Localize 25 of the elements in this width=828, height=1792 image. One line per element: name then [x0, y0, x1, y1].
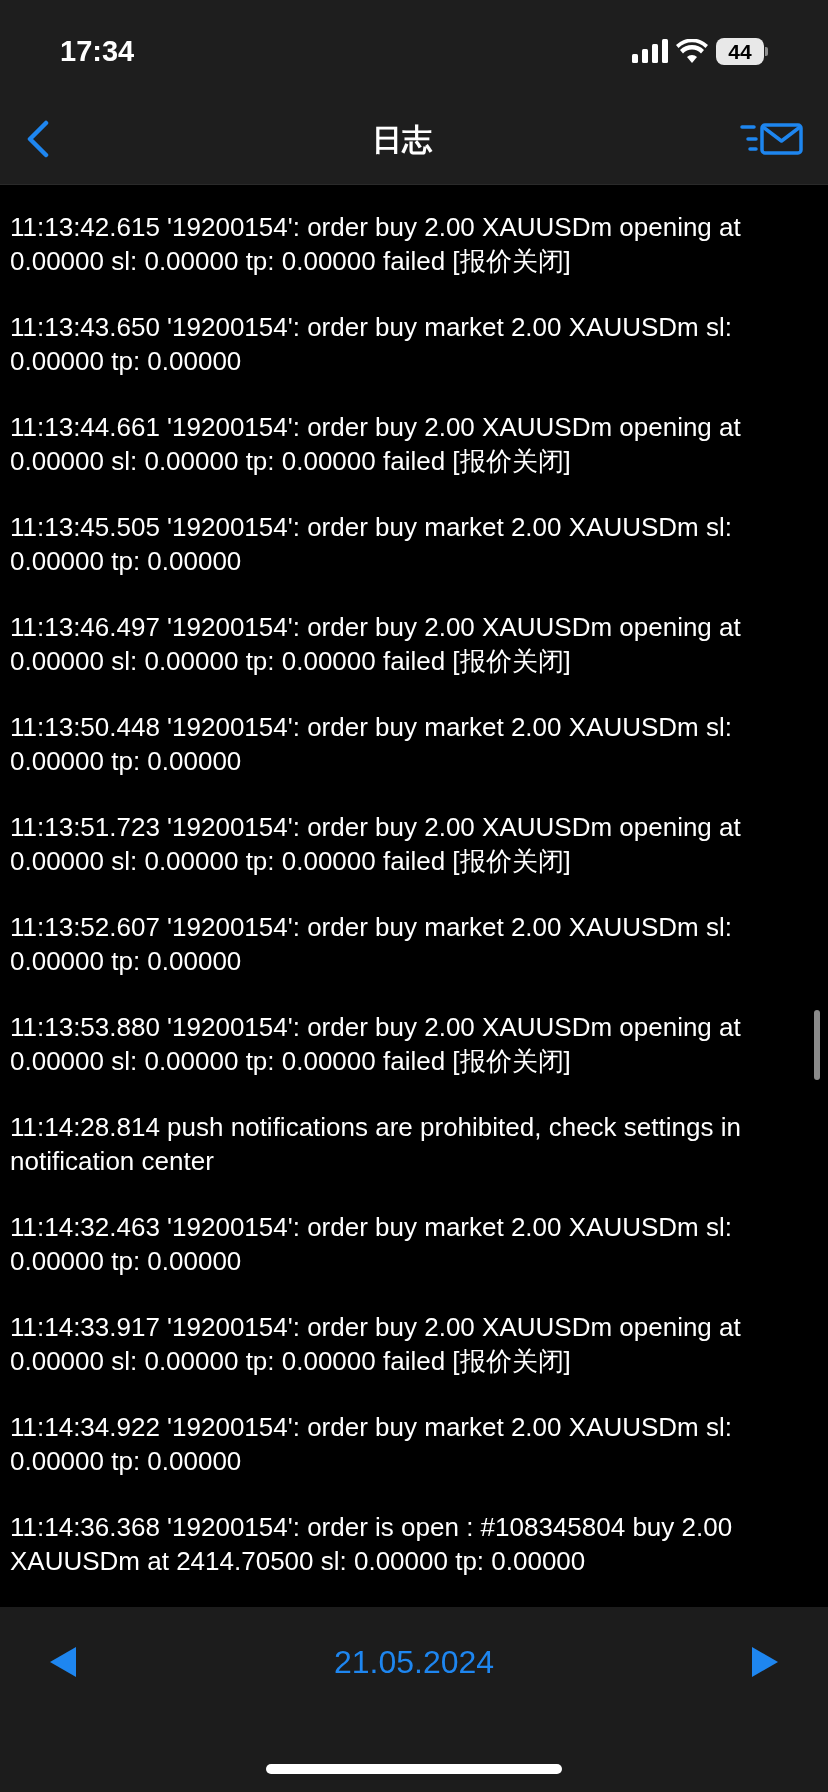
log-entry: 11:14:36.368 '19200154': order is open : #108345804 buy 2.00 XAUUSDm at 2414.70500 sl: 0.00000 tp: 0.00000 — [10, 1511, 734, 1578]
scroll-indicator — [814, 1010, 820, 1080]
wifi-icon — [676, 39, 708, 64]
log-entry: 11:13:46.497 '19200154': order buy 2.00 XAUUSDm opening at 0.00000 sl: 0.00000 tp: 0.00000 failed [报价关闭] — [10, 611, 742, 678]
log-entry: 11:13:43.650 '19200154': order buy market 2.00 XAUUSDm sl: 0.00000 tp: 0.00000 — [10, 311, 733, 378]
battery-tip-icon — [765, 46, 768, 56]
log-entry: 11:14:32.463 '19200154': order buy market 2.00 XAUUSDm sl: 0.00000 tp: 0.00000 — [10, 1211, 733, 1278]
log-entry: 11:14:28.814 push notifications are prohibited, check settings in notification center — [10, 1111, 742, 1178]
log-entry: 11:13:53.880 '19200154': order buy 2.00 XAUUSDm opening at 0.00000 sl: 0.00000 tp: 0.00000 failed [报价关闭] — [10, 1011, 742, 1078]
log-entry: 11:14:33.917 '19200154': order buy 2.00 XAUUSDm opening at 0.00000 sl: 0.00000 tp: 0.00000 failed [报价关闭] — [10, 1311, 742, 1378]
signal-icon — [632, 39, 668, 64]
page-title: 日志 — [372, 121, 432, 158]
log-entry: 11:14:34.922 '19200154': order buy market 2.00 XAUUSDm sl: 0.00000 tp: 0.00000 — [10, 1411, 733, 1478]
battery-level: 44 — [716, 37, 764, 65]
log-entry: 11:13:42.615 '19200154': order buy 2.00 XAUUSDm opening at 0.00000 sl: 0.00000 tp: 0.00000 failed [报价关闭] — [10, 211, 742, 278]
log-entry: 11:13:52.607 '19200154': order buy market 2.00 XAUUSDm sl: 0.00000 tp: 0.00000 — [10, 911, 733, 978]
send-mail-button[interactable] — [740, 122, 804, 157]
previous-day-button[interactable] — [50, 1647, 76, 1677]
log-entry: 11:13:51.723 '19200154': order buy 2.00 XAUUSDm opening at 0.00000 sl: 0.00000 tp: 0.00000 failed [报价关闭] — [10, 811, 742, 878]
log-entry: 11:13:50.448 '19200154': order buy market 2.00 XAUUSDm sl: 0.00000 tp: 0.00000 — [10, 711, 733, 778]
log-entry: 11:13:45.505 '19200154': order buy market 2.00 XAUUSDm sl: 0.00000 tp: 0.00000 — [10, 511, 733, 578]
log-entry: 11:13:44.661 '19200154': order buy 2.00 XAUUSDm opening at 0.00000 sl: 0.00000 tp: 0.00000 failed [报价关闭] — [10, 411, 742, 478]
next-day-button[interactable] — [752, 1647, 778, 1677]
status-time: 17:34 — [60, 33, 135, 69]
date-label[interactable]: 21.05.2024 — [333, 1638, 495, 1686]
